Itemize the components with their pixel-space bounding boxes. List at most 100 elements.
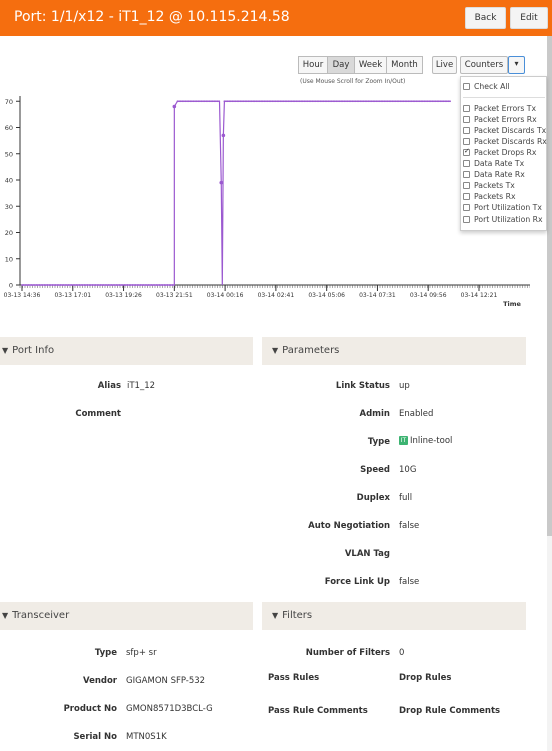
checkbox[interactable] [463, 182, 470, 190]
back-button[interactable]: Back [465, 7, 506, 29]
checkbox[interactable] [463, 204, 470, 212]
data-point [365, 100, 368, 103]
counter-option-packet-discards-rx[interactable]: Packet Discards Rx [463, 136, 547, 146]
counter-option-label: Port Utilization Tx [474, 203, 542, 213]
data-point [101, 284, 103, 286]
data-point [113, 284, 116, 286]
packet-drops-chart[interactable]: 0 10 20 30 40 50 60 70 03-13 14:36 03-13 17:01 03-… [0, 88, 530, 313]
data-point [445, 100, 448, 103]
range-month-button[interactable]: Month [386, 56, 423, 74]
counter-option-packet-errors-rx[interactable]: Packet Errors Rx [463, 114, 537, 124]
parameters-panel-header[interactable]: ▼ Parameters [262, 337, 526, 365]
checkbox[interactable] [463, 160, 470, 167]
data-point [33, 284, 36, 286]
data-point [200, 100, 203, 103]
counter-option-packet-discards-tx[interactable]: Packet Discards Tx [463, 125, 546, 135]
transceiver-panel-header[interactable]: ▼ Transceiver [0, 602, 253, 630]
checkbox[interactable] [463, 147, 470, 156]
data-point [333, 100, 336, 103]
data-point [308, 100, 311, 103]
range-hour-button[interactable]: Hour [298, 56, 328, 74]
counter-option-label: Port Utilization Rx [474, 214, 543, 224]
data-point [126, 284, 129, 286]
data-point [241, 100, 243, 103]
data-point [93, 284, 95, 286]
data-point [269, 100, 272, 103]
data-point [332, 100, 335, 103]
data-point [91, 284, 94, 286]
counter-option-packet-errors-tx[interactable]: Packet Errors Tx [463, 103, 536, 113]
data-point [273, 100, 275, 103]
data-point [181, 100, 184, 103]
data-point [404, 100, 407, 103]
data-point [341, 100, 344, 103]
data-point [423, 100, 426, 103]
data-point [412, 100, 415, 103]
data-point [37, 284, 39, 286]
edit-button[interactable]: Edit [510, 7, 548, 29]
checkbox[interactable] [463, 137, 470, 145]
counter-option-packets-rx[interactable]: Packets Rx [463, 192, 516, 202]
counter-option-data-rate-tx[interactable]: Data Rate Tx [463, 159, 524, 169]
y-tick-label: 50 [5, 150, 13, 158]
data-point [210, 100, 212, 103]
speed-value: 10G [399, 465, 417, 475]
data-point [442, 100, 445, 103]
vendor-value: GIGAMON SFP-532 [126, 676, 206, 686]
x-tick-label: 03-14 09:56 [410, 292, 447, 299]
link-status-value: up [399, 381, 410, 391]
counters-button[interactable]: Counters [460, 56, 508, 74]
range-week-button[interactable]: Week [354, 56, 387, 74]
counter-option-packet-drops-rx[interactable]: Packet Drops Rx [463, 147, 536, 157]
data-point [388, 100, 391, 103]
data-point [293, 100, 296, 103]
data-point [144, 284, 147, 286]
data-point [289, 100, 291, 103]
checkbox[interactable] [463, 115, 470, 123]
data-point [354, 100, 357, 103]
vlan-tag-label: VLAN Tag [344, 549, 390, 559]
data-point [45, 284, 47, 286]
counter-option-data-rate-rx[interactable]: Data Rate Rx [463, 170, 525, 180]
data-point [56, 284, 59, 286]
counter-option-port-utilization-rx[interactable]: Port Utilization Rx [463, 214, 543, 224]
data-point [226, 100, 229, 103]
checkbox[interactable] [463, 126, 470, 134]
drop-rules-header: Drop Rules [399, 673, 452, 683]
data-point [165, 284, 167, 286]
data-point [447, 100, 450, 103]
data-point [194, 100, 196, 103]
data-point [57, 284, 60, 286]
page-scrollbar[interactable] [547, 36, 552, 751]
data-point [214, 100, 217, 103]
data-point [198, 100, 201, 103]
data-point [161, 284, 164, 286]
data-point [367, 100, 370, 103]
counter-option-label: Packet Errors Rx [474, 114, 537, 124]
filters-panel-header[interactable]: ▼ Filters [262, 602, 526, 630]
x-tick-label: 03-13 19:26 [105, 292, 142, 299]
counters-dropdown-toggle[interactable]: ▾ [508, 56, 525, 74]
counter-option-label: Check All [474, 81, 510, 91]
port-info-title: Port Info [12, 345, 55, 356]
checkbox[interactable] [463, 171, 470, 179]
checkbox[interactable] [463, 193, 470, 201]
data-point [64, 284, 67, 286]
data-point [282, 100, 285, 103]
range-day-button[interactable]: Day [327, 56, 355, 74]
x-tick-label: 03-13 17:01 [54, 292, 91, 299]
checkbox[interactable] [463, 82, 470, 90]
scrollbar-thumb[interactable] [547, 36, 552, 536]
check-all-option[interactable]: Check All [463, 81, 510, 91]
checkbox[interactable] [463, 215, 470, 223]
data-point [24, 284, 27, 286]
checkbox[interactable] [463, 104, 470, 112]
data-point [85, 284, 87, 286]
counter-option-packets-tx[interactable]: Packets Tx [463, 181, 515, 191]
port-info-panel-header[interactable]: ▼ Port Info [0, 337, 253, 365]
data-point [410, 100, 413, 103]
data-point [316, 100, 319, 103]
counter-option-port-utilization-tx[interactable]: Port Utilization Tx [463, 203, 542, 213]
data-point [70, 284, 73, 286]
live-button[interactable]: Live [432, 56, 457, 74]
